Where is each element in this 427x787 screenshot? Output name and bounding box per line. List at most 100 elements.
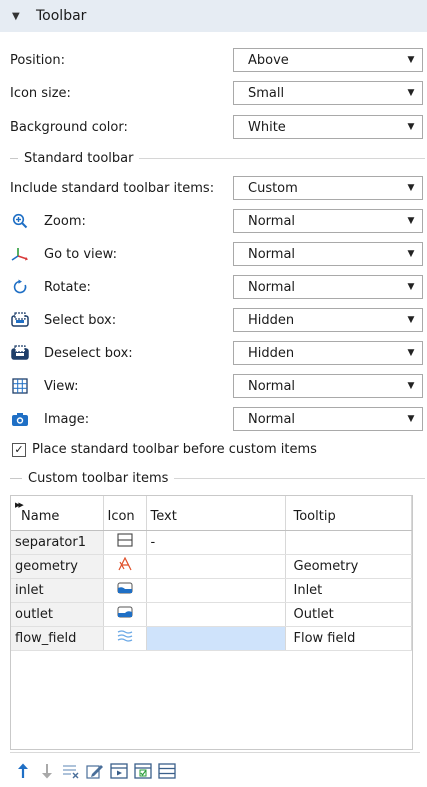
- cell-text[interactable]: -: [146, 530, 286, 555]
- select-box-label: Select box:: [44, 312, 117, 328]
- cell-name[interactable]: separator1: [11, 530, 104, 555]
- rotate-label: Rotate:: [44, 279, 91, 295]
- rotate-select[interactable]: Normal ▼: [233, 275, 423, 299]
- table-row[interactable]: flow_field Flow field: [11, 626, 412, 651]
- image-select[interactable]: Normal ▼: [233, 407, 423, 431]
- image-label: Image:: [44, 411, 90, 427]
- dropdown-arrow-icon: ▼: [407, 348, 415, 358]
- delete-list-icon[interactable]: [62, 762, 80, 780]
- rotate-icon: [10, 277, 30, 297]
- cell-tooltip[interactable]: [285, 530, 412, 555]
- cell-icon[interactable]: [103, 626, 147, 651]
- go-to-view-row: Go to view: Normal ▼: [10, 241, 425, 267]
- position-row: Position: Above ▼: [10, 47, 425, 73]
- select-box-row: Select box: Hidden ▼: [10, 307, 425, 333]
- deselect-box-icon: [10, 343, 30, 363]
- table-row[interactable]: geometry Geometry: [11, 554, 412, 579]
- table-toolbar: [14, 762, 176, 780]
- cell-icon[interactable]: [103, 602, 147, 627]
- cell-text[interactable]: [146, 578, 286, 603]
- section-header-toolbar[interactable]: ▼ Toolbar: [0, 0, 427, 32]
- table-row[interactable]: outlet Outlet: [11, 602, 412, 627]
- place-before-option[interactable]: ✓ Place standard toolbar before custom i…: [12, 442, 317, 457]
- standard-toolbar-title: Standard toolbar: [24, 150, 134, 166]
- dropdown-arrow-icon: ▼: [407, 381, 415, 391]
- add-checkbox-icon[interactable]: [134, 762, 152, 780]
- place-before-checkbox[interactable]: ✓: [12, 442, 26, 457]
- cell-text[interactable]: [146, 602, 286, 627]
- include-standard-select[interactable]: Custom ▼: [233, 176, 423, 200]
- deselect-box-row: Deselect box: Hidden ▼: [10, 340, 425, 366]
- go-to-view-select[interactable]: Normal ▼: [233, 242, 423, 266]
- cell-name[interactable]: geometry: [11, 554, 104, 579]
- place-before-label: Place standard toolbar before custom ite…: [32, 442, 317, 457]
- add-action-icon[interactable]: [110, 762, 128, 780]
- table-header-row: ▶▶ Name Icon Text Tooltip: [11, 496, 412, 531]
- position-select[interactable]: Above ▼: [233, 48, 423, 72]
- cell-text[interactable]: [146, 554, 286, 579]
- background-color-label: Background color:: [10, 119, 128, 135]
- section-title: Toolbar: [36, 8, 87, 24]
- cell-name[interactable]: outlet: [11, 602, 104, 627]
- dropdown-arrow-icon: ▼: [407, 315, 415, 325]
- custom-toolbar-section: Custom toolbar items: [10, 470, 425, 486]
- divider: [10, 752, 420, 753]
- deselect-box-select[interactable]: Hidden ▼: [233, 341, 423, 365]
- cell-icon[interactable]: [103, 554, 147, 579]
- view-label: View:: [44, 378, 79, 394]
- view-row: View: Normal ▼: [10, 373, 425, 399]
- background-color-row: Background color: White ▼: [10, 114, 425, 140]
- axes-icon: [10, 244, 30, 264]
- dropdown-arrow-icon: ▼: [407, 55, 415, 65]
- deselect-box-label: Deselect box:: [44, 345, 133, 361]
- collapse-caret-icon[interactable]: ▼: [12, 11, 26, 22]
- select-box-select[interactable]: Hidden ▼: [233, 308, 423, 332]
- move-down-icon[interactable]: [38, 762, 56, 780]
- edit-icon[interactable]: [86, 762, 104, 780]
- include-standard-row: Include standard toolbar items: Custom ▼: [10, 175, 425, 201]
- cell-tooltip[interactable]: Inlet: [285, 578, 412, 603]
- background-color-select[interactable]: White ▼: [233, 115, 423, 139]
- rotate-row: Rotate: Normal ▼: [10, 274, 425, 300]
- cell-tooltip[interactable]: Flow field: [285, 626, 412, 651]
- column-header-name[interactable]: ▶▶ Name: [11, 496, 104, 531]
- cell-name[interactable]: inlet: [11, 578, 104, 603]
- camera-icon: [10, 409, 30, 429]
- dropdown-arrow-icon: ▼: [407, 183, 415, 193]
- geometry-icon: [117, 556, 133, 575]
- view-grid-icon: [10, 376, 30, 396]
- sort-icon[interactable]: ▶▶: [15, 501, 24, 509]
- table-row[interactable]: separator1 -: [11, 530, 412, 555]
- cell-icon[interactable]: [103, 530, 147, 555]
- column-header-tooltip[interactable]: Tooltip: [285, 496, 412, 531]
- icon-size-label: Icon size:: [10, 85, 71, 101]
- flow-field-icon: [117, 630, 133, 647]
- icon-size-select[interactable]: Small ▼: [233, 81, 423, 105]
- table-row[interactable]: inlet Inlet: [11, 578, 412, 603]
- custom-items-table: ▶▶ Name Icon Text Tooltip separator1 - ge…: [10, 495, 413, 750]
- cell-name[interactable]: flow_field: [11, 626, 104, 651]
- dropdown-arrow-icon: ▼: [407, 122, 415, 132]
- inlet-icon: [117, 582, 133, 599]
- column-header-text[interactable]: Text: [146, 496, 286, 531]
- cell-tooltip[interactable]: Outlet: [285, 602, 412, 627]
- dropdown-arrow-icon: ▼: [407, 249, 415, 259]
- zoom-select[interactable]: Normal ▼: [233, 209, 423, 233]
- dropdown-arrow-icon: ▼: [407, 88, 415, 98]
- image-row: Image: Normal ▼: [10, 406, 425, 432]
- outlet-icon: [117, 606, 133, 623]
- zoom-icon: [10, 211, 30, 231]
- separator-icon: [116, 533, 133, 551]
- add-separator-icon[interactable]: [158, 762, 176, 780]
- dropdown-arrow-icon: ▼: [407, 282, 415, 292]
- zoom-row: Zoom: Normal ▼: [10, 208, 425, 234]
- cell-icon[interactable]: [103, 578, 147, 603]
- cell-tooltip[interactable]: Geometry: [285, 554, 412, 579]
- go-to-view-label: Go to view:: [44, 246, 117, 262]
- select-box-icon: [10, 310, 30, 330]
- zoom-label: Zoom:: [44, 213, 86, 229]
- cell-text-editing[interactable]: [146, 626, 286, 651]
- column-header-icon[interactable]: Icon: [103, 496, 147, 531]
- move-up-icon[interactable]: [14, 762, 32, 780]
- view-select[interactable]: Normal ▼: [233, 374, 423, 398]
